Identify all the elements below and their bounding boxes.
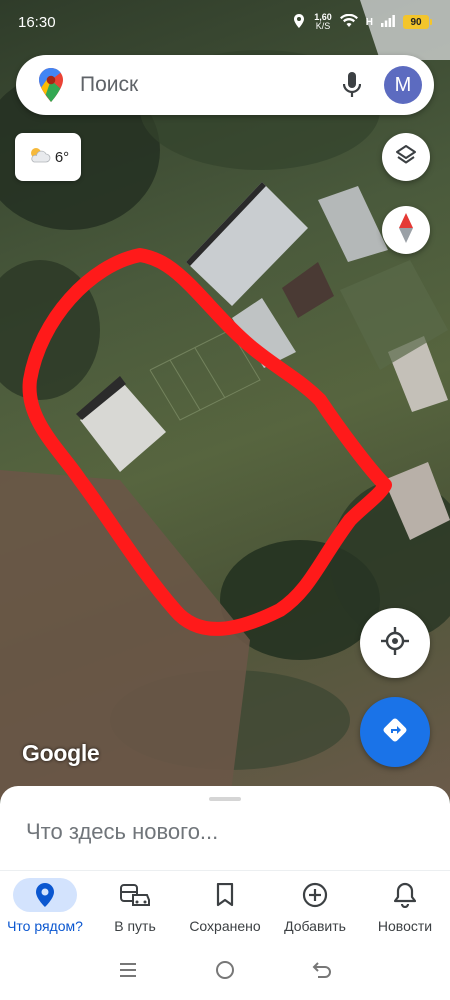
status-bar: 16:30 1,60 K/S H 90 <box>0 0 450 44</box>
directions-button[interactable] <box>360 697 430 767</box>
wifi-icon <box>339 13 358 31</box>
google-attribution: Google <box>22 740 100 766</box>
bookmark-icon <box>193 878 257 912</box>
nav-contribute[interactable]: Добавить <box>270 871 360 940</box>
battery-indicator: 90 <box>403 15 432 29</box>
bottom-navigation: Что рядом? В путь Сохранено Добавить Нов… <box>0 870 450 940</box>
bell-icon <box>373 878 437 912</box>
weather-chip[interactable]: 6° <box>15 133 81 181</box>
nav-label-commute: В путь <box>114 917 156 934</box>
home-icon[interactable] <box>210 955 240 985</box>
weather-temperature: 6° <box>54 148 70 166</box>
nav-explore[interactable]: Что рядом? <box>0 871 90 940</box>
partly-cloudy-icon <box>27 146 51 168</box>
network-type: H <box>365 16 373 28</box>
search-input[interactable]: Поиск <box>80 73 332 97</box>
sheet-drag-handle[interactable] <box>209 797 241 801</box>
layers-button[interactable] <box>382 133 430 181</box>
compass-icon <box>399 212 413 248</box>
nav-label-contribute: Добавить <box>284 917 346 934</box>
system-navigation-bar <box>0 940 450 1000</box>
nav-label-explore: Что рядом? <box>7 917 83 934</box>
nav-saved[interactable]: Сохранено <box>180 871 270 940</box>
nav-label-updates: Новости <box>377 917 433 934</box>
bottom-sheet[interactable]: Что здесь нового... <box>0 786 450 870</box>
back-icon[interactable] <box>307 955 337 985</box>
menu-icon[interactable] <box>113 955 143 985</box>
layers-icon <box>395 144 417 171</box>
google-maps-logo-icon <box>38 68 64 102</box>
add-circle-icon <box>283 878 347 912</box>
microphone-icon[interactable] <box>332 65 372 105</box>
speed-unit: K/S <box>315 21 331 31</box>
crosshair-icon <box>381 626 409 660</box>
map-imagery <box>0 0 450 800</box>
search-bar[interactable]: Поиск M <box>16 55 434 115</box>
my-location-button[interactable] <box>360 608 430 678</box>
nav-commute[interactable]: В путь <box>90 871 180 940</box>
network-speed: 1,60 K/S <box>314 13 332 31</box>
location-status-icon <box>292 13 306 32</box>
satellite-map[interactable] <box>0 0 450 800</box>
nav-updates[interactable]: Новости <box>360 871 450 940</box>
commute-icon <box>103 878 167 912</box>
status-time: 16:30 <box>18 13 56 31</box>
compass-button[interactable] <box>382 206 430 254</box>
signal-icon <box>381 14 395 30</box>
account-avatar[interactable]: M <box>384 66 422 104</box>
nav-label-saved: Сохранено <box>189 917 261 934</box>
battery-level: 90 <box>403 15 429 29</box>
sheet-prompt[interactable]: Что здесь нового... <box>26 819 218 845</box>
location-pin-icon <box>13 877 77 912</box>
directions-arrow-icon <box>382 717 408 748</box>
